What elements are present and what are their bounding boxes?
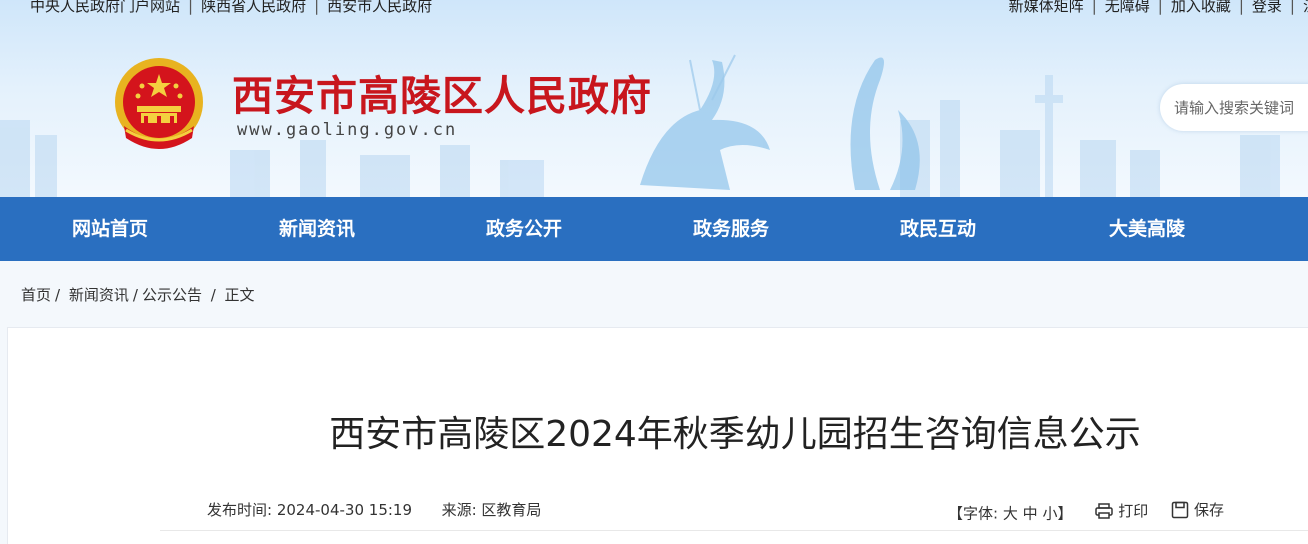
print-label: 打印 (1118, 502, 1149, 520)
search-box (1160, 84, 1308, 131)
publish-label: 发布时间: (207, 501, 273, 519)
nav-gaoling[interactable]: 大美高陵 (1067, 197, 1227, 261)
source-value: 区教育局 (481, 501, 542, 519)
link-register[interactable]: 注 (1303, 0, 1308, 15)
link-accessibility[interactable]: 无障碍 (1105, 0, 1150, 15)
search-input[interactable] (1160, 84, 1308, 131)
font-medium-button[interactable]: 中 (1023, 505, 1038, 523)
article-meta: 发布时间: 2024-04-30 15:19 来源: 区教育局 (207, 499, 541, 520)
breadcrumb-news[interactable]: 新闻资讯 (69, 286, 129, 304)
national-emblem-icon (115, 58, 203, 149)
link-xian-gov[interactable]: 西安市人民政府 (327, 0, 432, 15)
nav-interaction[interactable]: 政民互动 (858, 197, 1018, 261)
link-new-media[interactable]: 新媒体矩阵 (1009, 0, 1084, 15)
link-login[interactable]: 登录 (1252, 0, 1282, 15)
font-small-button[interactable]: 小 (1042, 505, 1057, 523)
article-title: 西安市高陵区2024年秋季幼儿园招生咨询信息公示 (329, 414, 1141, 455)
breadcrumb: 首页 / 新闻资讯 / 公示公告 / 正文 (21, 286, 255, 304)
site-title: 西安市高陵区人民政府 (232, 72, 652, 120)
meta-divider (160, 530, 1308, 531)
nav-gov-services[interactable]: 政务服务 (651, 197, 811, 261)
site-header: 中央人民政府门户网站 | 陕西省人民政府 | 西安市人民政府 新媒体矩阵 | 无障碍 | 加入收… (0, 0, 1308, 197)
save-label: 保存 (1194, 501, 1225, 519)
article-tools: 【字体: 大 中 小】 打印 保存 (948, 499, 1224, 524)
nav-news[interactable]: 新闻资讯 (237, 197, 397, 261)
breadcrumb-notices[interactable]: 公示公告 (142, 286, 202, 304)
font-size-close: 】 (1057, 504, 1073, 523)
main-nav: 网站首页 新闻资讯 政务公开 政务服务 政民互动 大美高陵 (0, 197, 1308, 261)
source-label: 来源: (441, 501, 477, 519)
breadcrumb-home[interactable]: 首页 (21, 286, 51, 304)
printer-icon (1095, 502, 1113, 519)
link-shaanxi-gov[interactable]: 陕西省人民政府 (201, 0, 306, 15)
font-size-open: 【字体: (948, 504, 999, 523)
link-central-gov[interactable]: 中央人民政府门户网站 (30, 0, 180, 15)
nav-home[interactable]: 网站首页 (30, 197, 190, 261)
top-links-bar: 中央人民政府门户网站 | 陕西省人民政府 | 西安市人民政府 新媒体矩阵 | 无障碍 | 加入收… (0, 0, 1308, 18)
link-add-favorite[interactable]: 加入收藏 (1171, 0, 1231, 15)
print-button[interactable]: 打印 (1095, 500, 1148, 521)
breadcrumb-current: 正文 (224, 286, 255, 304)
font-large-button[interactable]: 大 (1003, 505, 1018, 523)
save-button[interactable]: 保存 (1171, 499, 1224, 520)
nav-gov-affairs[interactable]: 政务公开 (444, 197, 604, 261)
publish-time: 2024-04-30 15:19 (276, 501, 413, 519)
site-url: www.gaoling.gov.cn (237, 120, 458, 140)
save-icon (1171, 501, 1189, 518)
